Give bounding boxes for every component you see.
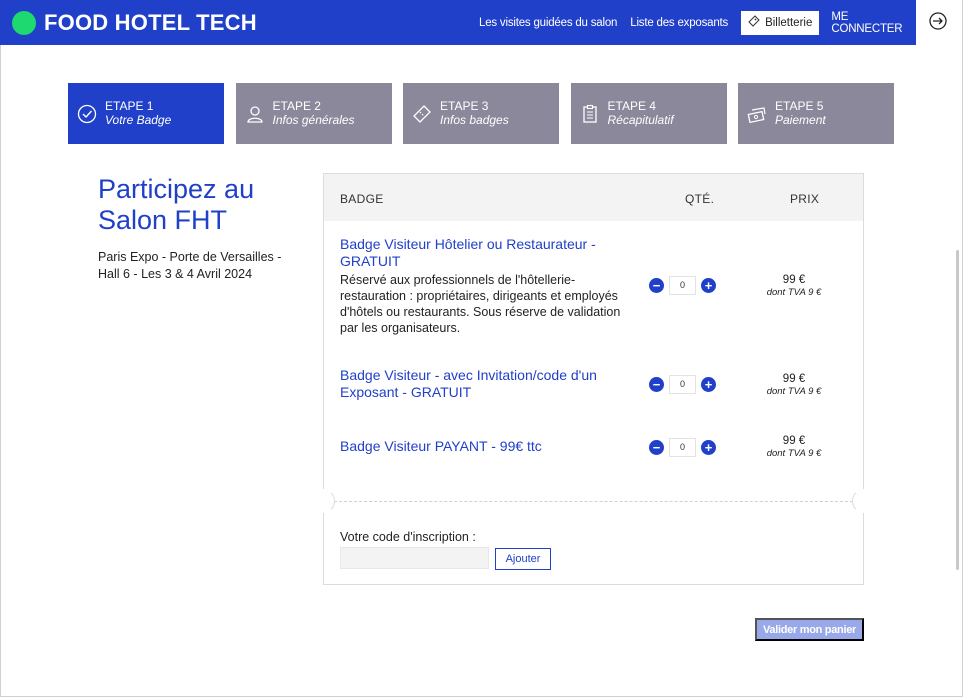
check-circle-icon bbox=[77, 104, 97, 124]
price-value: 99 € bbox=[782, 373, 806, 385]
plus-button[interactable]: + bbox=[701, 278, 716, 293]
minus-button[interactable]: − bbox=[649, 377, 664, 392]
event-info: Paris Expo - Porte de Versailles - Hall … bbox=[98, 250, 282, 281]
quantity-stepper: − 0 + bbox=[649, 276, 716, 295]
step-title: ETAPE 1 bbox=[105, 99, 154, 113]
badge-description: Réservé aux professionnels de l'hôteller… bbox=[340, 273, 621, 335]
badge-title[interactable]: Badge Visiteur - avec Invitation/code d'… bbox=[340, 367, 610, 401]
price-cell: 99 € dont TVA 9 € bbox=[744, 372, 844, 398]
step-4[interactable]: ETAPE 4 Récapitulatif bbox=[570, 83, 727, 144]
clipboard-icon bbox=[580, 104, 600, 124]
ticket-notch-left bbox=[311, 489, 335, 513]
sign-out-icon[interactable] bbox=[928, 11, 948, 31]
col-price: PRIX bbox=[790, 192, 820, 206]
quantity-input[interactable]: 0 bbox=[669, 438, 696, 457]
validate-cart-button[interactable]: Valider mon panier bbox=[755, 618, 864, 641]
registration-code-label: Votre code d'inscription : bbox=[340, 530, 476, 544]
quantity-stepper: − 0 + bbox=[649, 375, 716, 394]
scrollbar[interactable] bbox=[956, 250, 959, 570]
ticketing-button[interactable]: Billetterie bbox=[741, 10, 820, 35]
quantity-input[interactable]: 0 bbox=[669, 276, 696, 295]
ticket-notch-right bbox=[852, 489, 876, 513]
login-link[interactable]: ME CONNECTER bbox=[831, 11, 916, 35]
user-icon bbox=[245, 104, 265, 124]
minus-button[interactable]: − bbox=[649, 278, 664, 293]
quantity-input[interactable]: 0 bbox=[669, 375, 696, 394]
step-subtitle: Votre Badge bbox=[105, 113, 172, 127]
ticket-icon bbox=[748, 15, 760, 30]
ticketing-label: Billetterie bbox=[765, 16, 813, 29]
price-tva: dont TVA 9 € bbox=[766, 386, 822, 397]
quantity-stepper: − 0 + bbox=[649, 438, 716, 457]
event-title: Participez au Salon FHT bbox=[98, 174, 255, 235]
brand-logo[interactable]: FOOD HOTEL TECH bbox=[12, 10, 257, 36]
price-value: 99 € bbox=[782, 435, 806, 447]
step-1[interactable]: ETAPE 1 Votre Badge bbox=[68, 83, 224, 144]
top-header: FOOD HOTEL TECH Les visites guidées du s… bbox=[0, 0, 916, 45]
step-subtitle: Infos générales bbox=[272, 113, 355, 127]
plus-button[interactable]: + bbox=[701, 440, 716, 455]
badge-title[interactable]: Badge Visiteur PAYANT - 99€ ttc bbox=[340, 438, 610, 455]
plus-button[interactable]: + bbox=[701, 377, 716, 392]
badge-card: BADGE QTÉ. PRIX Badge Visiteur Hôtelier … bbox=[311, 173, 876, 585]
price-value: 99 € bbox=[782, 274, 806, 286]
step-2[interactable]: ETAPE 2 Infos générales bbox=[235, 83, 392, 144]
checkout-steps: ETAPE 1 Votre Badge ETAPE 2 Infos générale… bbox=[68, 83, 906, 144]
step-title: ETAPE 5 bbox=[775, 99, 824, 113]
table-header: BADGE QTÉ. PRIX bbox=[324, 174, 863, 221]
step-5[interactable]: ETAPE 5 Paiement bbox=[738, 83, 894, 144]
brand-dot-icon bbox=[12, 10, 36, 35]
step-subtitle: Paiement bbox=[775, 113, 826, 127]
step-title: ETAPE 3 bbox=[440, 99, 489, 113]
col-badge: BADGE bbox=[340, 192, 384, 206]
price-tva: dont TVA 9 € bbox=[766, 448, 822, 459]
nav-link-guided-tours[interactable]: Les visites guidées du salon bbox=[479, 17, 617, 29]
price-tva: dont TVA 9 € bbox=[766, 287, 822, 298]
price-cell: 99 € dont TVA 9 € bbox=[744, 273, 844, 299]
step-3[interactable]: ETAPE 3 Infos badges bbox=[403, 83, 559, 144]
col-qty: QTÉ. bbox=[685, 192, 715, 206]
dashed-separator bbox=[324, 501, 863, 502]
add-code-button[interactable]: Ajouter bbox=[495, 548, 551, 570]
main-nav: Les visites guidées du salon Liste des e… bbox=[479, 0, 916, 45]
brand-name: FOOD HOTEL TECH bbox=[44, 9, 257, 35]
price-cell: 99 € dont TVA 9 € bbox=[744, 434, 844, 460]
step-subtitle: Récapitulatif bbox=[607, 113, 674, 127]
registration-code-input[interactable] bbox=[340, 547, 489, 569]
minus-button[interactable]: − bbox=[649, 440, 664, 455]
step-title: ETAPE 2 bbox=[272, 99, 321, 113]
badge-title[interactable]: Badge Visiteur Hôtelier ou Restaurateur … bbox=[340, 236, 610, 270]
ticket-icon bbox=[412, 104, 432, 124]
nav-link-exhibitors[interactable]: Liste des exposants bbox=[630, 17, 728, 29]
step-subtitle: Infos badges bbox=[440, 113, 509, 127]
money-icon bbox=[747, 104, 767, 124]
step-title: ETAPE 4 bbox=[607, 99, 656, 113]
